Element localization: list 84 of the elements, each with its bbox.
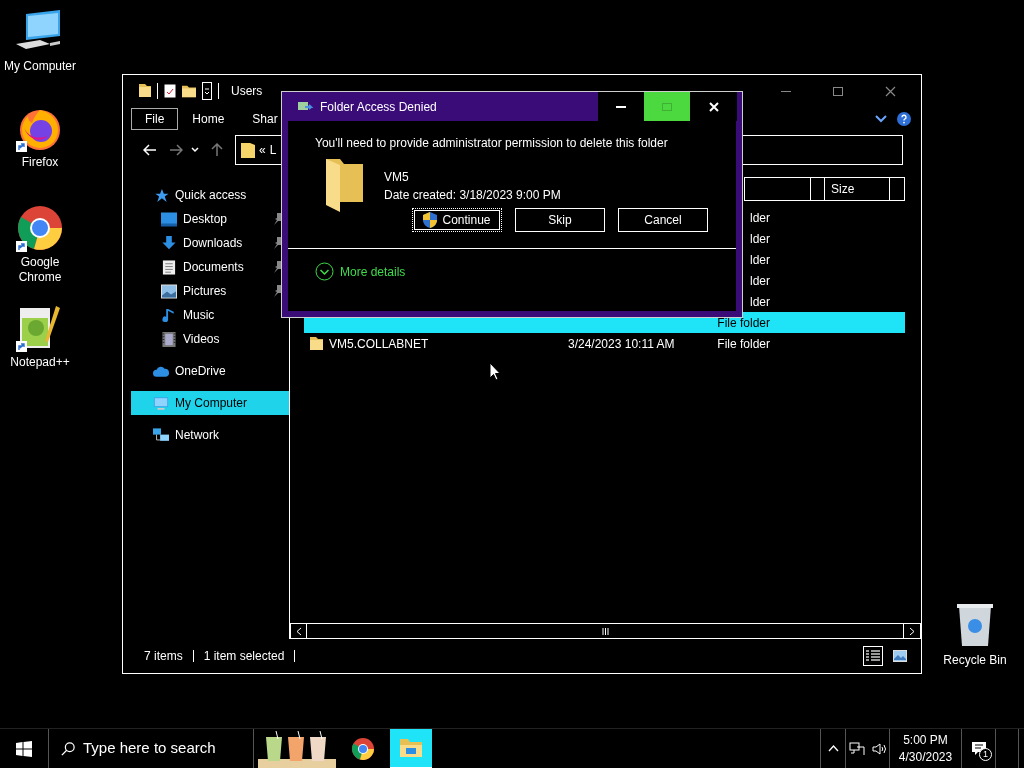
details-view-button[interactable]	[863, 646, 883, 666]
column-header[interactable]: Size	[825, 178, 890, 200]
nav-item[interactable]: OneDrive	[131, 359, 289, 383]
expand-chevron-icon[interactable]	[315, 262, 334, 281]
breadcrumb-separator: «	[259, 142, 266, 159]
desktop-icon-label[interactable]: Firefox	[2, 155, 78, 170]
up-arrow-icon[interactable]	[211, 143, 223, 157]
item-count: 7 items	[144, 648, 183, 665]
computer-icon	[153, 395, 169, 411]
selection-count: 1 item selected	[203, 648, 285, 665]
ribbon-tab[interactable]: Shar	[238, 108, 292, 130]
chevron-left-icon	[295, 626, 302, 636]
file-name[interactable]: VM5.COLLABNET	[329, 334, 429, 353]
folder-name: VM5	[384, 169, 410, 186]
desktop-icon-label[interactable]: My Computer	[2, 59, 78, 74]
nav-item[interactable]: Documents	[131, 255, 289, 279]
file-type: File folder	[717, 335, 770, 353]
nav-item[interactable]: Videos	[131, 327, 289, 351]
file-type: lder	[750, 230, 770, 248]
more-details-link[interactable]: More details	[340, 262, 406, 281]
nav-item[interactable]: Quick access	[131, 183, 289, 207]
download-arrow-icon	[161, 235, 177, 251]
show-hidden-icons-button[interactable]	[820, 728, 846, 768]
properties-icon	[164, 84, 176, 98]
dropdown-icon[interactable]	[191, 147, 199, 153]
nav-item[interactable]: Pictures	[131, 279, 289, 303]
folder-icon	[326, 158, 363, 212]
dialog-button[interactable]: Cancel	[618, 208, 708, 232]
nav-item[interactable]: My Computer	[131, 391, 289, 415]
clock[interactable]: 5:00 PM 4/30/2023	[890, 728, 962, 768]
search-icon	[61, 740, 75, 757]
music-note-icon	[161, 307, 177, 323]
address-text: L	[269, 142, 277, 159]
folder-date: Date created: 3/18/2023 9:00 PM	[384, 187, 561, 204]
chrome-icon[interactable]	[16, 204, 64, 252]
drinks-widget-icon[interactable]	[258, 728, 336, 768]
back-arrow-icon[interactable]	[143, 144, 157, 156]
ribbon-tab[interactable]: File	[131, 108, 179, 130]
window-title: Users	[231, 83, 263, 100]
document-icon	[161, 259, 177, 275]
chevron-right-icon	[909, 626, 915, 636]
network-icon	[153, 427, 169, 443]
picture-icon	[161, 283, 177, 299]
ribbon-tab[interactable]: Home	[178, 108, 239, 130]
chevron-up-icon	[827, 745, 839, 752]
folder-icon	[139, 83, 151, 99]
file-explorer-icon[interactable]	[390, 728, 432, 768]
nav-item[interactable]: Music	[131, 303, 289, 327]
recycle-bin-icon[interactable]	[955, 602, 995, 646]
desktop-icon-label[interactable]: Google Chrome	[2, 255, 78, 285]
folder-icon	[241, 142, 255, 158]
dialog-title: Folder Access Denied	[320, 98, 437, 116]
file-type: File folder	[717, 314, 770, 332]
notifications-button[interactable]: 1	[962, 728, 996, 768]
date-modified: 3/24/2023 10:11 AM	[568, 335, 675, 353]
cursor-icon	[489, 362, 501, 381]
film-icon	[161, 331, 177, 347]
search-field[interactable]: Type here to search	[83, 737, 253, 760]
folder-transfer-icon	[298, 100, 314, 113]
file-row[interactable]: VM5.COLLABNET 3/24/2023 10:11 AM File folder	[304, 333, 905, 354]
windows-logo-icon	[16, 740, 32, 757]
desktop-icon-label[interactable]: Recycle Bin	[943, 651, 1007, 669]
close-icon	[884, 85, 896, 97]
forward-arrow-icon[interactable]	[169, 144, 183, 156]
message-icon	[970, 740, 987, 757]
file-type: lder	[750, 251, 770, 269]
nav-item[interactable]: Desktop	[131, 207, 289, 231]
desktop-icon	[161, 211, 177, 227]
new-folder-icon	[182, 84, 196, 98]
close-button[interactable]	[690, 92, 737, 121]
customize-dropdown-icon	[202, 82, 212, 100]
desktop-icon-label[interactable]: Notepad++	[2, 355, 78, 370]
help-icon[interactable]	[897, 112, 911, 126]
large-icons-view-icon[interactable]	[893, 650, 907, 662]
close-icon	[708, 101, 719, 112]
nav-item[interactable]: Downloads	[131, 231, 289, 255]
file-type: lder	[750, 293, 770, 311]
dialog-button[interactable]: Skip	[515, 208, 605, 232]
shield-icon	[423, 212, 438, 228]
nav-item[interactable]: Network	[131, 423, 289, 447]
dialog-button[interactable]: Continue	[412, 208, 502, 232]
dialog-message: You'll need to provide administrator permission to delete this folder	[314, 135, 669, 152]
chevron-down-icon[interactable]	[875, 115, 887, 123]
folder-icon	[310, 336, 323, 351]
